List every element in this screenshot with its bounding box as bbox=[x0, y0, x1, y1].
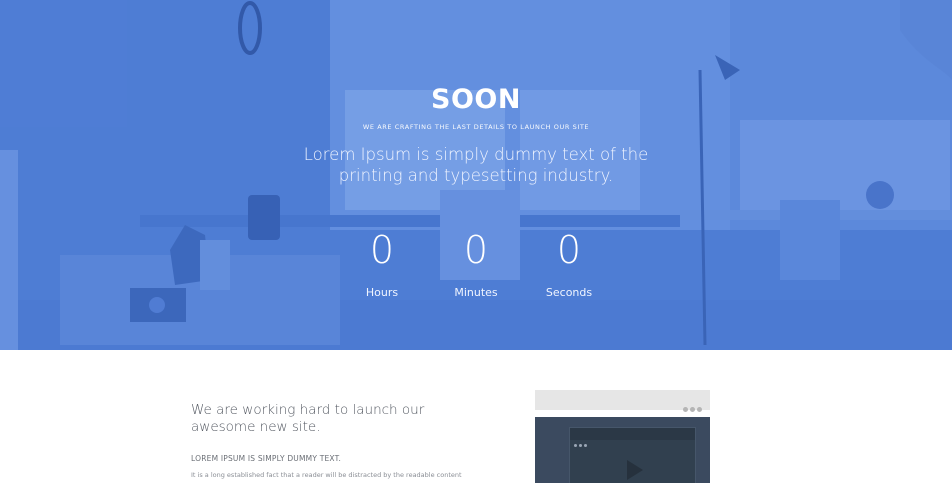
about-title: We are working hard to launch our awesom… bbox=[191, 402, 425, 435]
countdown-minutes-value: 0 bbox=[463, 228, 489, 272]
browser-mockup-screen bbox=[535, 417, 710, 483]
about-section: We are working hard to launch our awesom… bbox=[0, 350, 952, 483]
countdown-hours: 0 Hours bbox=[342, 228, 422, 299]
browser-mockup bbox=[535, 390, 710, 483]
countdown-hours-value: 0 bbox=[369, 228, 395, 272]
browser-mockup-toolbar bbox=[535, 390, 710, 412]
hero-lead-text: Lorem Ipsum is simply dummy text of the … bbox=[303, 145, 649, 185]
brand-title: SOON bbox=[431, 84, 521, 115]
countdown-seconds: 0 Seconds bbox=[529, 228, 609, 299]
play-icon[interactable] bbox=[627, 460, 643, 480]
hero-section: SOON WE ARE CRAFTING THE LAST DETAILS TO… bbox=[0, 0, 952, 350]
countdown-hours-label: Hours bbox=[365, 286, 399, 299]
about-subtitle: LOREM IPSUM IS SIMPLY DUMMY TEXT. bbox=[191, 454, 342, 463]
browser-dots-icon bbox=[681, 397, 702, 412]
countdown-seconds-value: 0 bbox=[556, 228, 582, 272]
countdown-seconds-label: Seconds bbox=[545, 286, 593, 299]
countdown-minutes: 0 Minutes bbox=[436, 228, 516, 299]
countdown-minutes-label: Minutes bbox=[454, 286, 498, 299]
hero-tagline: WE ARE CRAFTING THE LAST DETAILS TO LAUN… bbox=[362, 123, 590, 131]
hero-content: SOON WE ARE CRAFTING THE LAST DETAILS TO… bbox=[0, 0, 952, 350]
countdown-timer: 0 Hours 0 Minutes 0 Seconds bbox=[0, 228, 952, 318]
about-text: It is a long established fact that a rea… bbox=[191, 471, 462, 479]
